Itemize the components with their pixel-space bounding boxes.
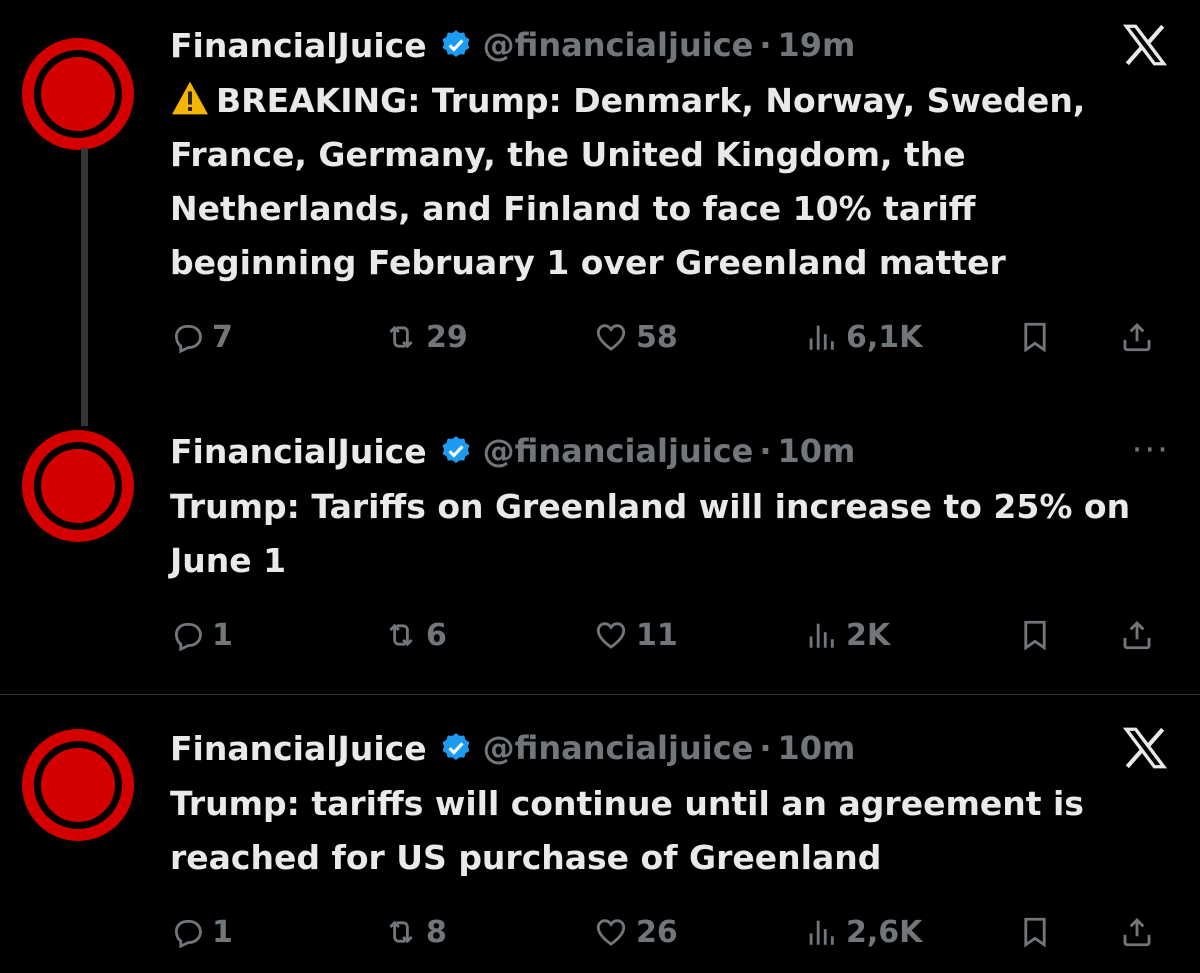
like-count: 58 [636,319,678,355]
timestamp[interactable]: 10m [778,729,856,767]
x-logo-icon [1120,723,1170,773]
verified-badge-icon [439,28,473,62]
bookmark-icon [1018,618,1052,652]
verified-badge-icon [439,434,473,468]
handle[interactable]: @financialjuice [483,26,754,64]
views-count: 2,6K [846,914,923,950]
action-bar: 1 6 11 2K [170,610,1170,660]
reply-count: 1 [212,914,233,950]
share-icon [1120,320,1154,354]
avatar[interactable] [22,729,134,841]
reply-icon [170,320,204,354]
bookmark-icon [1018,320,1052,354]
repost-count: 6 [426,617,447,653]
like-button[interactable]: 26 [594,907,678,957]
display-name[interactable]: FinancialJuice [170,729,427,768]
thread-line [81,148,88,426]
reply-icon [170,915,204,949]
avatar[interactable] [22,430,134,542]
tweet-header: FinancialJuice @financialjuice · 10m [170,426,855,476]
tweet[interactable]: FinancialJuice @financialjuice · 10m Tru… [0,694,1200,973]
share-icon [1120,618,1154,652]
tweet[interactable]: FinancialJuice @financialjuice · 19m BRE… [0,0,1200,426]
bookmark-button[interactable] [1018,907,1060,957]
share-icon [1120,915,1154,949]
views-button[interactable]: 2K [804,610,890,660]
reply-button[interactable]: 1 [170,907,233,957]
x-logo-icon [1120,20,1170,70]
display-name[interactable]: FinancialJuice [170,432,427,471]
reply-button[interactable]: 7 [170,312,233,362]
heart-icon [594,320,628,354]
like-count: 11 [636,617,678,653]
tweet-text: Trump: tariffs will continue until an ag… [170,784,1084,877]
repost-icon [384,915,418,949]
reply-button[interactable]: 1 [170,610,233,660]
warning-icon [172,81,208,115]
bookmark-icon [1018,915,1052,949]
views-count: 6,1K [846,319,923,355]
more-options-button[interactable]: ··· [1132,430,1170,470]
repost-count: 29 [426,319,468,355]
share-button[interactable] [1120,312,1162,362]
repost-count: 8 [426,914,447,950]
views-icon [804,320,838,354]
share-button[interactable] [1120,907,1162,957]
like-button[interactable]: 11 [594,610,678,660]
tweet-text-container: BREAKING: Trump: Denmark, Norway, Sweden… [170,74,1170,290]
views-button[interactable]: 2,6K [804,907,922,957]
tweet-text: BREAKING: Trump: Denmark, Norway, Sweden… [170,81,1086,282]
heart-icon [594,915,628,949]
action-bar: 1 8 26 2,6K [170,907,1170,957]
avatar[interactable] [22,38,134,150]
reply-count: 7 [212,319,233,355]
bookmark-button[interactable] [1018,312,1060,362]
like-button[interactable]: 58 [594,312,678,362]
repost-button[interactable]: 6 [384,610,447,660]
views-count: 2K [846,617,891,653]
repost-icon [384,320,418,354]
tweet-header: FinancialJuice @financialjuice · 10m [170,723,855,773]
verified-badge-icon [439,731,473,765]
heart-icon [594,618,628,652]
separator: · [759,432,772,470]
action-bar: 7 29 58 6,1K [170,312,1170,362]
separator: · [759,26,772,64]
tweet-header: FinancialJuice @financialjuice · 19m [170,20,855,70]
share-button[interactable] [1120,610,1162,660]
repost-button[interactable]: 8 [384,907,447,957]
reply-count: 1 [212,617,233,653]
tweet-text: Trump: Tariffs on Greenland will increas… [170,487,1131,580]
timestamp[interactable]: 19m [778,26,856,64]
views-button[interactable]: 6,1K [804,312,922,362]
repost-icon [384,618,418,652]
views-icon [804,618,838,652]
tweet[interactable]: FinancialJuice @financialjuice · 10m ···… [0,420,1200,694]
repost-button[interactable]: 29 [384,312,468,362]
like-count: 26 [636,914,678,950]
handle[interactable]: @financialjuice [483,432,754,470]
handle[interactable]: @financialjuice [483,729,754,767]
timestamp[interactable]: 10m [778,432,856,470]
separator: · [759,729,772,767]
reply-icon [170,618,204,652]
views-icon [804,915,838,949]
display-name[interactable]: FinancialJuice [170,26,427,65]
bookmark-button[interactable] [1018,610,1060,660]
